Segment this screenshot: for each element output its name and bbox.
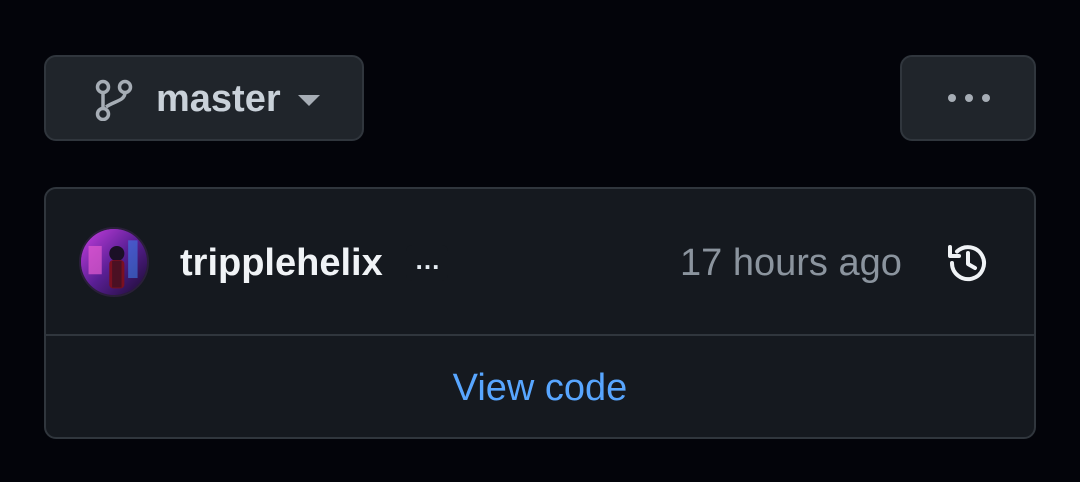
avatar[interactable]: [79, 227, 149, 297]
branch-selector-button[interactable]: master: [44, 55, 364, 141]
branch-name: master: [156, 78, 281, 120]
latest-commit-card: tripplehelix … 17 hours ago View code: [44, 187, 1036, 439]
ellipsis-icon: …: [414, 245, 441, 275]
view-code-link[interactable]: View code: [46, 336, 1034, 437]
caret-down-icon: [298, 95, 320, 106]
kebab-horizontal-icon: [948, 94, 990, 102]
commit-time: 17 hours ago: [680, 242, 902, 284]
history-icon[interactable]: [944, 239, 992, 287]
more-options-button[interactable]: [900, 55, 1036, 141]
git-branch-icon: [95, 79, 133, 121]
avatar-image: [81, 229, 147, 295]
view-code-label: View code: [452, 366, 628, 409]
commit-author[interactable]: tripplehelix: [180, 239, 383, 287]
expand-commit-message-button[interactable]: …: [406, 245, 448, 281]
commit-row: tripplehelix … 17 hours ago: [46, 189, 1034, 336]
